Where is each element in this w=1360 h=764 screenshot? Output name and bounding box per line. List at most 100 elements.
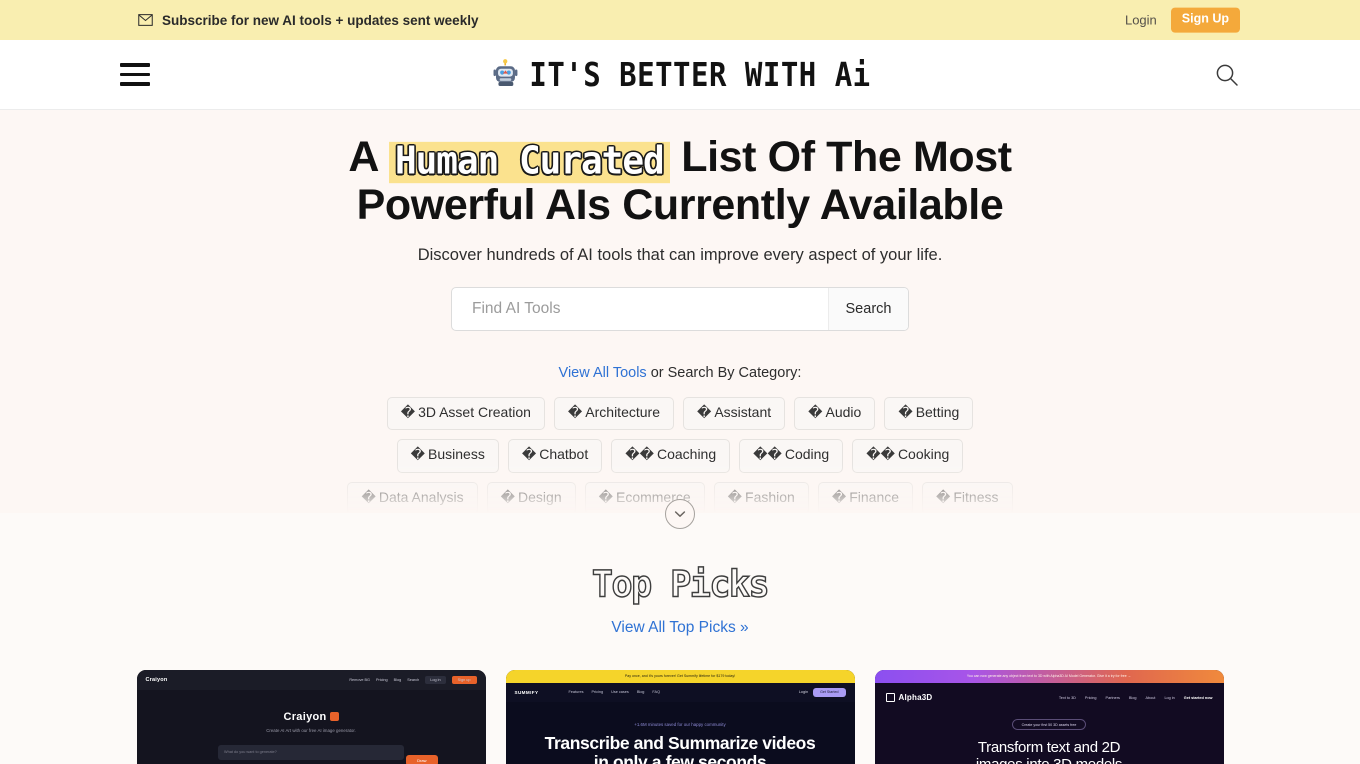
site-logo-text: IT'S BETTER WITH Ai <box>529 55 871 94</box>
category-chip-label: Coaching <box>656 446 717 463</box>
category-chip-fitness[interactable]: � Fitness <box>922 481 1013 513</box>
summarify-nav: SUMMIFY Features Pricing Use cases Blog … <box>505 682 855 702</box>
category-chip-label: Cooking <box>897 446 950 463</box>
search-button[interactable]: Search <box>828 287 908 330</box>
craiyon-nav-links: Remove BG Pricing Blog Search Log in Sig… <box>349 675 477 684</box>
alpha3d-nav-link: Log in <box>1164 695 1175 700</box>
hamburger-bar <box>120 82 150 86</box>
alpha3d-banner-text: You can now generate any object from tex… <box>966 674 1132 679</box>
search-icon[interactable] <box>1214 62 1240 88</box>
category-chip-betting[interactable]: � Betting <box>884 396 974 431</box>
summarify-get-started: Get Started <box>813 687 846 697</box>
summarify-body: +1.6M minutes saved for our happy commun… <box>506 702 855 764</box>
category-chip-assistant[interactable]: � Assistant <box>682 396 786 431</box>
alpha3d-mark-icon <box>885 693 895 703</box>
hero-subtitle: Discover hundreds of AI tools that can i… <box>417 245 943 264</box>
category-chip-finance[interactable]: � Finance <box>817 481 914 513</box>
category-chip-label: Architecture <box>585 403 660 420</box>
category-chip-cooking[interactable]: �� Cooking <box>852 439 964 473</box>
summarify-banner-text: Pay once, and it's yours forever! Get Su… <box>624 674 736 679</box>
category-chip-chatbot[interactable]: � Chatbot <box>507 439 603 473</box>
alpha3d-banner: You can now generate any object from tex… <box>874 669 1224 683</box>
category-chip-label: Finance <box>849 488 900 505</box>
summarify-logo: SUMMIFY <box>514 689 539 695</box>
search-input[interactable] <box>452 287 828 330</box>
category-chip-design[interactable]: � Design <box>486 481 576 513</box>
hamburger-bar <box>120 72 150 77</box>
craiyon-nav-link: Remove BG <box>349 677 370 682</box>
category-chip-row: � 3D Asset Creation � Architecture � Assist… <box>0 396 1360 431</box>
category-emoji-icon: � <box>831 489 847 506</box>
alpha3d-nav-link: Text to 3D <box>1058 695 1076 700</box>
category-chip-label: Coding <box>784 446 830 463</box>
category-emoji-icon: � <box>696 404 712 421</box>
category-prompt: View All Tools or Search By Category: <box>0 365 1360 381</box>
craiyon-nav-link: Search <box>407 677 420 682</box>
craiyon-nav-link: Blog <box>393 677 402 682</box>
category-chip-business[interactable]: � Business <box>396 439 499 473</box>
alpha3d-nav: Alpha3D Text to 3D Pricing Partners Blog… <box>875 683 1224 713</box>
category-emoji-icon: � <box>400 404 416 421</box>
category-chip-audio[interactable]: � Audio <box>794 396 876 431</box>
alpha3d-headline-line1: Transform text and 2D <box>977 738 1121 756</box>
summarify-banner: Pay once, and it's yours forever! Get Su… <box>505 669 855 683</box>
login-link[interactable]: Login <box>1125 13 1157 28</box>
summarify-nav-links: Features Pricing Use cases Blog FAQ <box>568 690 660 694</box>
hamburger-bar <box>120 63 150 67</box>
site-logo[interactable]: IT'S BETTER WITH Ai <box>489 55 871 94</box>
summarify-headline-line1: Transcribe and Summarize videos <box>544 732 816 753</box>
category-chip-data-analysis[interactable]: � Data Analysis <box>347 481 478 513</box>
summarify-nav-link: FAQ <box>652 690 661 695</box>
view-all-tools-link[interactable]: View All Tools <box>559 365 647 381</box>
summarify-nav-link: Blog <box>636 690 645 695</box>
hero-search-bar: Search <box>451 286 909 331</box>
summarify-nav-link: Features <box>568 690 584 695</box>
category-emoji-icon: � <box>727 489 743 506</box>
craiyon-draw-button: Draw <box>406 754 438 764</box>
craiyon-headline: Craiyon <box>137 711 486 723</box>
category-chip-label: Assistant <box>714 403 772 420</box>
category-chip-3d-asset-creation[interactable]: � 3D Asset Creation <box>386 396 545 431</box>
category-chip-row: � Business � Chatbot �� Coaching �� Coding �… <box>0 439 1360 473</box>
view-all-top-picks-link[interactable]: View All Top Picks » <box>0 619 1360 637</box>
craiyon-body: Craiyon Create AI Art with our free AI i… <box>137 690 486 760</box>
top-pick-card-craiyon[interactable]: Craiyon Remove BG Pricing Blog Search Lo… <box>136 669 486 764</box>
alpha3d-nav-link: Blog <box>1128 695 1137 700</box>
hamburger-icon[interactable] <box>120 63 150 86</box>
category-emoji-icon: � <box>898 404 913 421</box>
alpha3d-pill: Create your first 50 3D assets free <box>1011 719 1087 731</box>
signup-button[interactable]: Sign Up <box>1170 7 1240 33</box>
alpha3d-logo: Alpha3D <box>885 693 933 703</box>
craiyon-headline-text: Craiyon <box>283 710 327 723</box>
category-emoji-icon: � <box>936 489 951 506</box>
category-chip-label: Fitness <box>953 488 999 505</box>
chevron-down-icon <box>674 510 686 517</box>
category-emoji-icon: � <box>500 489 516 506</box>
alpha3d-nav-link: About <box>1145 695 1156 700</box>
category-chip-architecture[interactable]: � Architecture <box>553 396 674 431</box>
alpha3d-headline-line2: images into 3D models <box>875 756 1224 764</box>
craiyon-prompt-placeholder: What do you want to generate? <box>224 750 277 755</box>
category-chip-label: Betting <box>915 403 960 420</box>
top-picks-section: Top Picks View All Top Picks » Craiyon R… <box>0 512 1360 764</box>
category-chip-fashion[interactable]: � Fashion <box>713 481 809 513</box>
category-chip-coding[interactable]: �� Coding <box>739 439 844 473</box>
craiyon-login-button: Log in <box>425 675 446 684</box>
alpha3d-nav-link: Pricing <box>1084 695 1097 700</box>
expand-categories-button[interactable] <box>665 498 695 529</box>
top-pick-card-summarify[interactable]: Pay once, and it's yours forever! Get Su… <box>505 669 855 764</box>
category-chip-label: Audio <box>825 403 862 420</box>
mail-icon <box>138 14 153 26</box>
top-pick-card-alpha3d[interactable]: You can now generate any object from tex… <box>874 669 1224 764</box>
summarify-kicker: +1.6M minutes saved for our happy commun… <box>634 721 726 727</box>
category-emoji-icon: �� <box>866 447 895 464</box>
hero-title-highlight: Human Curated <box>388 141 670 183</box>
category-chip-label: Design <box>518 488 562 505</box>
category-prompt-rest: or Search By Category: <box>646 364 802 381</box>
summarify-nav-actions: Login Get Started <box>799 687 846 697</box>
category-emoji-icon: � <box>808 404 823 421</box>
craiyon-subline: Create AI Art with our free AI image gen… <box>266 727 356 733</box>
category-emoji-icon: � <box>361 489 376 506</box>
category-chip-coaching[interactable]: �� Coaching <box>611 439 731 473</box>
summarify-headline-line2: in only a few seconds <box>593 752 767 764</box>
